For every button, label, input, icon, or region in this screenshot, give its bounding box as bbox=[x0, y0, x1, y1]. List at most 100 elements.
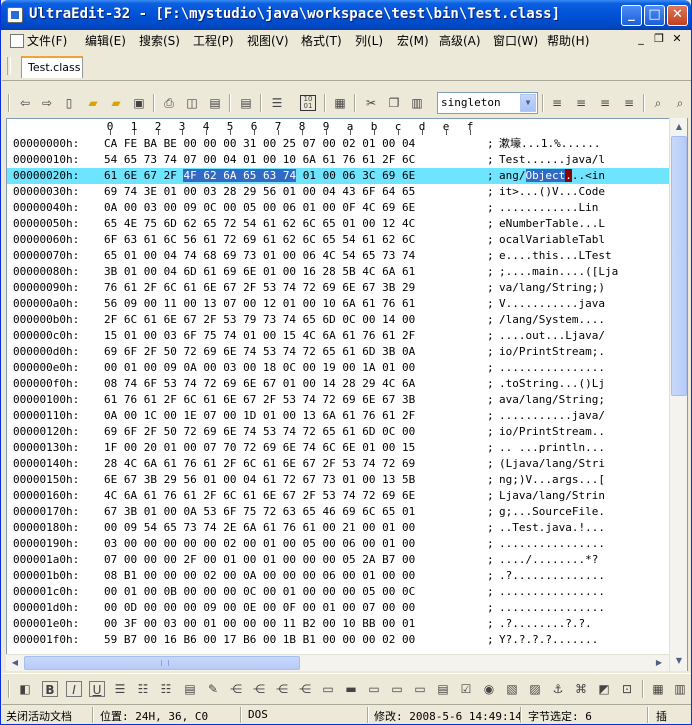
hex-row[interactable]: 000000b0h:; 2F 6C 61 6E 67 2F 53 79 73 74… bbox=[7, 312, 669, 328]
find-icon[interactable]: ⌕ bbox=[650, 95, 666, 111]
hex-row[interactable]: 00000000h:; CA FE BA BE 00 00 00 31 00 25… bbox=[7, 136, 669, 152]
menu-file[interactable]: 文件(F) bbox=[10, 32, 67, 49]
hex-row[interactable]: 00000020h:; 61 6E 67 2F 4F 62 6A 65 63 74… bbox=[7, 168, 669, 184]
mdi-minimize-button[interactable]: _ bbox=[633, 32, 649, 47]
toolbar-grip[interactable] bbox=[8, 94, 10, 112]
print-preview-icon[interactable]: ◫ bbox=[184, 95, 200, 111]
justify-icon[interactable]: ≡ bbox=[621, 95, 637, 111]
hex-row[interactable]: 000000d0h:; 69 6F 2F 50 72 69 6E 74 53 74… bbox=[7, 344, 669, 360]
hex-row[interactable]: 000001e0h:; 00 3F 00 03 00 01 00 00 00 11… bbox=[7, 616, 669, 632]
hex-row[interactable]: 00000060h:; 6F 63 61 6C 56 61 72 69 61 62… bbox=[7, 232, 669, 248]
hex-row[interactable]: 00000040h:; 0A 00 03 00 09 0C 00 05 00 06… bbox=[7, 200, 669, 216]
horizontal-scrollbar[interactable]: ◀ ▶ bbox=[6, 654, 669, 671]
hex-row[interactable]: 00000190h:; 03 00 00 00 00 00 02 00 01 00… bbox=[7, 536, 669, 552]
word-wrap-icon[interactable]: ☰ bbox=[269, 95, 285, 111]
hex-mode-icon[interactable]: 10 01 bbox=[300, 95, 316, 111]
title-bar[interactable]: UltraEdit-32 - [F:\mystudio\java\workspa… bbox=[1, 0, 691, 30]
hex-row[interactable]: 00000120h:; 69 6F 2F 50 72 69 6E 74 53 74… bbox=[7, 424, 669, 440]
tag-icon[interactable]: ⌘ bbox=[573, 681, 589, 697]
hex-row[interactable]: 00000050h:; 65 4E 75 6D 62 65 72 54 61 62… bbox=[7, 216, 669, 232]
checkbox-icon[interactable]: ☑ bbox=[458, 681, 474, 697]
hex-row[interactable]: 000001d0h:; 00 0D 00 00 00 09 00 0E 00 0F… bbox=[7, 600, 669, 616]
hex-row[interactable]: 00000180h:; 00 09 54 65 73 74 2E 6A 61 76… bbox=[7, 520, 669, 536]
mdi-close-button[interactable]: ✕ bbox=[669, 32, 685, 47]
recent-folder-icon[interactable]: ▰ bbox=[108, 95, 124, 111]
hex-row[interactable]: 00000090h:; 76 61 2F 6C 61 6E 67 2F 53 74… bbox=[7, 280, 669, 296]
hex-row[interactable]: 000001a0h:; 07 00 00 00 2F 00 01 00 01 00… bbox=[7, 552, 669, 568]
align-center-icon[interactable]: ⋲ bbox=[251, 681, 267, 697]
text-field-icon[interactable]: ▭ bbox=[389, 681, 405, 697]
hex-row[interactable]: 000000a0h:; 56 09 00 11 00 13 07 00 12 01… bbox=[7, 296, 669, 312]
hex-row[interactable]: 000001f0h:; 59 B7 00 16 B6 00 17 B6 00 1B… bbox=[7, 632, 669, 648]
align-right-icon[interactable]: ≡ bbox=[597, 95, 613, 111]
hex-row[interactable]: 00000070h:; 65 01 00 04 74 68 69 73 01 00… bbox=[7, 248, 669, 264]
print-icon[interactable]: ⎙ bbox=[161, 95, 177, 111]
hex-row[interactable]: 000000f0h:; 08 74 6F 53 74 72 69 6E 67 01… bbox=[7, 376, 669, 392]
anchor-icon[interactable]: ◧ bbox=[17, 681, 33, 697]
bold-icon[interactable]: B bbox=[42, 681, 58, 697]
replace-icon[interactable]: ⌕ bbox=[672, 95, 688, 111]
table-icon[interactable]: ▤ bbox=[182, 681, 198, 697]
font-select[interactable]: singleton ▼ bbox=[437, 92, 538, 114]
form-field-icon[interactable]: ▭ bbox=[366, 681, 382, 697]
hex-row[interactable]: 000000c0h:; 15 01 00 03 6F 75 74 01 00 15… bbox=[7, 328, 669, 344]
image-icon[interactable]: ▭ bbox=[320, 681, 336, 697]
menu-edit[interactable]: 编辑(E) bbox=[85, 32, 126, 49]
close-button[interactable]: ✕ bbox=[667, 5, 688, 26]
app-icon[interactable] bbox=[7, 7, 23, 23]
open-folder-icon[interactable]: ▰ bbox=[85, 95, 101, 111]
menu-macro[interactable]: 宏(M) bbox=[397, 32, 429, 49]
menu-column[interactable]: 列(L) bbox=[355, 32, 383, 49]
minimize-button[interactable]: _ bbox=[621, 5, 642, 26]
menu-view[interactable]: 视图(V) bbox=[247, 32, 289, 49]
hex-row[interactable]: 000001c0h:; 00 01 00 0B 00 00 00 0C 00 01… bbox=[7, 584, 669, 600]
justify-icon[interactable]: ⋲ bbox=[297, 681, 313, 697]
menu-project[interactable]: 工程(P) bbox=[193, 32, 234, 49]
toolbar-grip[interactable] bbox=[8, 680, 10, 698]
edit-icon[interactable]: ✎ bbox=[205, 681, 221, 697]
line-numbers-icon[interactable]: ▦ bbox=[332, 95, 348, 111]
hex-row[interactable]: 00000150h:; 6E 67 3B 29 56 01 00 04 61 72… bbox=[7, 472, 669, 488]
scroll-left-icon[interactable]: ◀ bbox=[7, 655, 23, 671]
hex-row[interactable]: 00000130h:; 1F 00 20 01 00 07 70 72 69 6E… bbox=[7, 440, 669, 456]
tab-bar-grip[interactable] bbox=[7, 57, 11, 75]
image-map-icon[interactable]: ▨ bbox=[527, 681, 543, 697]
underline-icon[interactable]: U bbox=[89, 681, 105, 697]
numbered-list-icon[interactable]: ☷ bbox=[158, 681, 174, 697]
document-properties-icon[interactable]: ▤ bbox=[238, 95, 254, 111]
horizontal-scroll-thumb[interactable] bbox=[24, 656, 300, 670]
hex-row[interactable]: 00000110h:; 0A 00 1C 00 1E 07 00 1D 01 00… bbox=[7, 408, 669, 424]
password-field-icon[interactable]: ▭ bbox=[412, 681, 428, 697]
hex-editor-pane[interactable]: 0123456789abcdef 00000000h:; CA FE BA BE … bbox=[6, 118, 688, 671]
forward-icon[interactable]: ⇨ bbox=[39, 95, 55, 111]
picture-icon[interactable]: ▧ bbox=[504, 681, 520, 697]
menu-format[interactable]: 格式(T) bbox=[301, 32, 342, 49]
menu-window[interactable]: 窗口(W) bbox=[493, 32, 538, 49]
hex-row[interactable]: 000000e0h:; 00 01 00 09 0A 00 03 00 18 0C… bbox=[7, 360, 669, 376]
page-setup-icon[interactable]: ▤ bbox=[207, 95, 223, 111]
align-right-icon[interactable]: ⋲ bbox=[274, 681, 290, 697]
menu-advanced[interactable]: 高级(A) bbox=[439, 32, 481, 49]
lock-icon[interactable]: ⊡ bbox=[619, 681, 635, 697]
chevron-down-icon[interactable]: ▼ bbox=[520, 94, 536, 112]
scroll-up-icon[interactable]: ▲ bbox=[671, 119, 687, 135]
hex-row[interactable]: 00000160h:; 4C 6A 61 76 61 2F 6C 61 6E 67… bbox=[7, 488, 669, 504]
align-center-icon[interactable]: ≡ bbox=[573, 95, 589, 111]
menu-search[interactable]: 搜索(S) bbox=[139, 32, 180, 49]
back-icon[interactable]: ⇦ bbox=[17, 95, 33, 111]
hex-row[interactable]: 00000140h:; 28 4C 6A 61 76 61 2F 6C 61 6E… bbox=[7, 456, 669, 472]
textarea-icon[interactable]: ▤ bbox=[435, 681, 451, 697]
indent-icon[interactable]: ☰ bbox=[112, 681, 128, 697]
link-icon[interactable]: ⚓ bbox=[550, 681, 566, 697]
scroll-right-icon[interactable]: ▶ bbox=[651, 655, 667, 671]
italic-icon[interactable]: I bbox=[66, 681, 82, 697]
scroll-down-icon[interactable]: ▼ bbox=[671, 653, 687, 669]
tab-test-class[interactable]: Test.class bbox=[21, 56, 83, 78]
color-icon[interactable]: ◩ bbox=[596, 681, 612, 697]
radio-icon[interactable]: ◉ bbox=[481, 681, 497, 697]
save-icon[interactable]: ▣ bbox=[131, 95, 147, 111]
hex-row[interactable]: 00000170h:; 67 3B 01 00 0A 53 6F 75 72 63… bbox=[7, 504, 669, 520]
mdi-restore-button[interactable]: ❐ bbox=[651, 32, 667, 47]
hex-row[interactable]: 00000010h:; 54 65 73 74 07 00 04 01 00 10… bbox=[7, 152, 669, 168]
hex-row[interactable]: 00000030h:; 69 74 3E 01 00 03 28 29 56 01… bbox=[7, 184, 669, 200]
